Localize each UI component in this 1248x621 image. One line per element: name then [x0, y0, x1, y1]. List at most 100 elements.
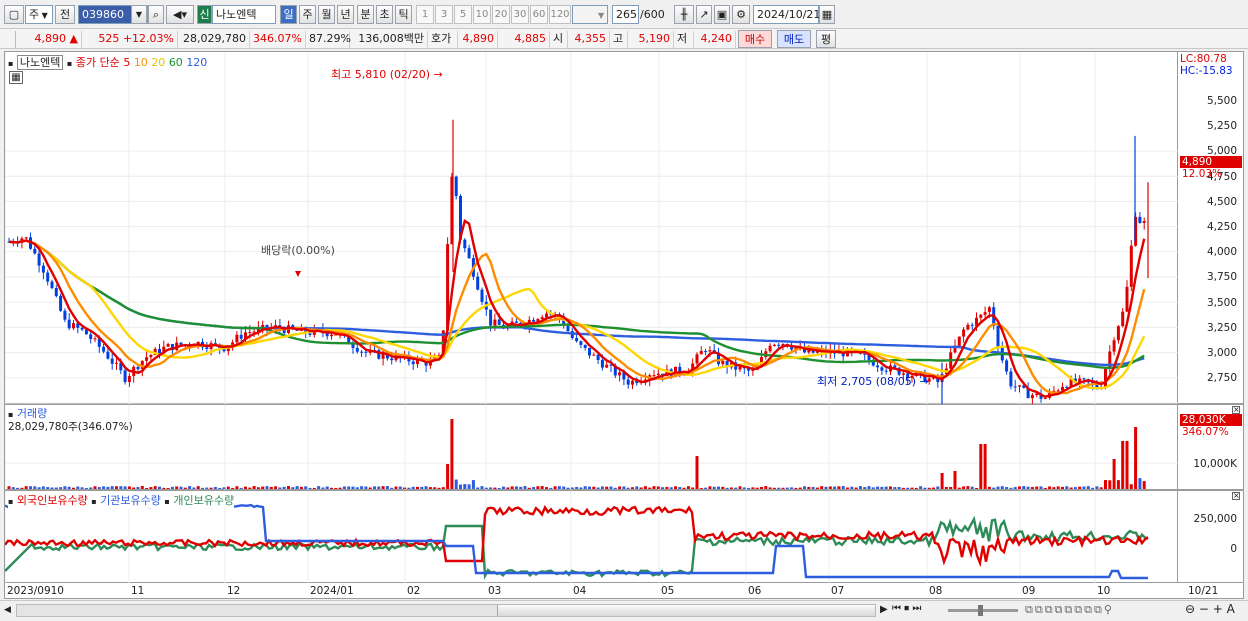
volume-bar	[1129, 484, 1133, 489]
x-tick: 04	[573, 585, 587, 597]
candle-icon[interactable]: ╫	[674, 5, 694, 24]
legend-individual: 개인보유수량	[173, 494, 235, 507]
volume-bar	[1013, 487, 1017, 489]
volume-pct: 346.07%	[250, 31, 306, 48]
volume-bar	[970, 486, 974, 489]
close-icon[interactable]: ×	[1232, 406, 1240, 414]
buy-button[interactable]: 매수	[738, 30, 772, 48]
volume-bar	[889, 486, 892, 489]
stock-tag[interactable]: 나노엔텍	[16, 55, 64, 70]
volume-chart[interactable]: ▪ 거래량 28,029,780주(346.07%)	[4, 404, 1179, 491]
tab-second[interactable]: 초	[376, 5, 393, 24]
volume-bar	[596, 487, 600, 489]
volume-bar	[1065, 486, 1069, 489]
tab-monthly[interactable]: 월	[318, 5, 335, 24]
interval-20[interactable]: 20	[492, 5, 510, 24]
volume-bar	[575, 486, 579, 489]
interval-5[interactable]: 5	[454, 5, 472, 24]
volume-bar	[962, 486, 966, 489]
tab-yearly[interactable]: 년	[337, 5, 354, 24]
bottom-bar: ◀ ▶ ⏮ ⏹ ⏭ ⧉⧉⧉⧉⧉⧉⧉⧉⚲ ⊖ − + A	[0, 600, 1248, 621]
volume-bar	[506, 487, 510, 489]
legend-institution: 기관보유수량	[100, 494, 161, 507]
stock-name-field[interactable]: 나노엔텍	[212, 5, 276, 24]
volume-bar	[854, 487, 858, 489]
table-icon[interactable]: ▦	[9, 71, 23, 84]
speaker-icon[interactable]: ◀▾	[166, 5, 194, 24]
prev-button[interactable]: 전	[55, 5, 75, 24]
volume-bar	[351, 486, 355, 489]
candle-body	[59, 296, 63, 311]
gear-icon[interactable]: ⚙	[732, 5, 750, 24]
candle-body	[545, 313, 548, 318]
count-input[interactable]: 265	[612, 5, 639, 24]
x-tick: 06	[748, 585, 762, 597]
volume-bar	[846, 487, 849, 489]
interval-10[interactable]: 10	[473, 5, 491, 24]
volume-bar	[278, 487, 282, 489]
low-annotation: 최저 2,705 (08/05) →	[817, 375, 929, 388]
save-icon[interactable]: ▣	[714, 5, 730, 24]
tab-tick[interactable]: 틱	[395, 5, 412, 24]
volume-bar	[897, 486, 901, 489]
volume-bar	[957, 487, 961, 489]
volume-bar	[682, 487, 686, 489]
window-icon[interactable]: ▢	[4, 5, 24, 24]
volume-bar	[987, 486, 991, 489]
volume-bar	[828, 486, 832, 489]
candle-body	[996, 325, 1000, 348]
scroll-track[interactable]	[16, 604, 876, 617]
volume-bar	[226, 486, 230, 489]
calendar-icon[interactable]: ▦	[819, 5, 835, 24]
zoom-controls[interactable]: ⊖ − + A	[1185, 602, 1235, 616]
search-icon[interactable]: ⌕	[148, 5, 164, 24]
volume-bar	[1099, 487, 1103, 489]
media-controls[interactable]: ⏮ ⏹ ⏭	[892, 603, 921, 614]
current-price-tag: 4,890	[1180, 156, 1242, 168]
price-chart[interactable]: ▪ 나노엔텍 ▪ 종가 단순 5 10 20 60 120 ▦ 최고 5,810…	[4, 51, 1179, 405]
sell-button[interactable]: 매도	[777, 30, 811, 48]
zoom-slider[interactable]	[948, 605, 1018, 616]
volume-bar	[807, 486, 811, 489]
eval-button[interactable]: 평	[816, 30, 836, 48]
custom-interval-select[interactable]: ▼	[572, 5, 608, 24]
date-input[interactable]: 2024/10/21	[753, 5, 820, 24]
tab-daily[interactable]: 일	[280, 5, 297, 24]
candle-body	[308, 333, 312, 335]
interval-3[interactable]: 3	[435, 5, 453, 24]
volume-bar	[119, 486, 123, 489]
volume-bar	[312, 487, 316, 489]
volume-bar	[188, 486, 192, 489]
scroll-thumb[interactable]	[497, 605, 875, 616]
scroll-left-icon[interactable]: ◀	[4, 605, 11, 615]
volume-bar	[1116, 480, 1120, 489]
volume-bar	[145, 487, 149, 489]
quote-marker	[4, 31, 16, 48]
interval-30[interactable]: 30	[511, 5, 529, 24]
volume-bar	[626, 487, 630, 489]
volume-bar	[772, 487, 776, 489]
volume-bar	[347, 486, 351, 489]
volume-bar	[377, 486, 381, 489]
layout-icons[interactable]: ⧉⧉⧉⧉⧉⧉⧉⧉⚲	[1025, 603, 1114, 617]
interval-60[interactable]: 60	[530, 5, 548, 24]
volume-bar	[342, 486, 346, 489]
foreign-line	[5, 504, 1149, 568]
scroll-right-icon[interactable]: ▶	[880, 604, 888, 615]
candle-body	[1082, 378, 1086, 380]
volume-bar	[536, 486, 540, 489]
tab-weekly[interactable]: 주	[299, 5, 316, 24]
interval-1[interactable]: 1	[416, 5, 434, 24]
interval-120[interactable]: 120	[549, 5, 571, 24]
draw-tool-icon[interactable]: ↗	[696, 5, 712, 24]
volume-bar	[901, 487, 905, 489]
volume-bar	[777, 487, 781, 489]
holding-chart[interactable]: ▪ 외국인보유수량 ▪ 기관보유수량 ▪ 개인보유수량	[4, 490, 1178, 584]
tab-minute[interactable]: 분	[357, 5, 374, 24]
candle-body	[149, 354, 153, 358]
volume-bar	[798, 487, 802, 489]
volume-bar	[1078, 486, 1082, 489]
market-select[interactable]: 주 ▼	[25, 5, 53, 24]
chevron-down-icon[interactable]: ▼	[131, 5, 147, 24]
close-icon[interactable]: ×	[1232, 492, 1240, 500]
